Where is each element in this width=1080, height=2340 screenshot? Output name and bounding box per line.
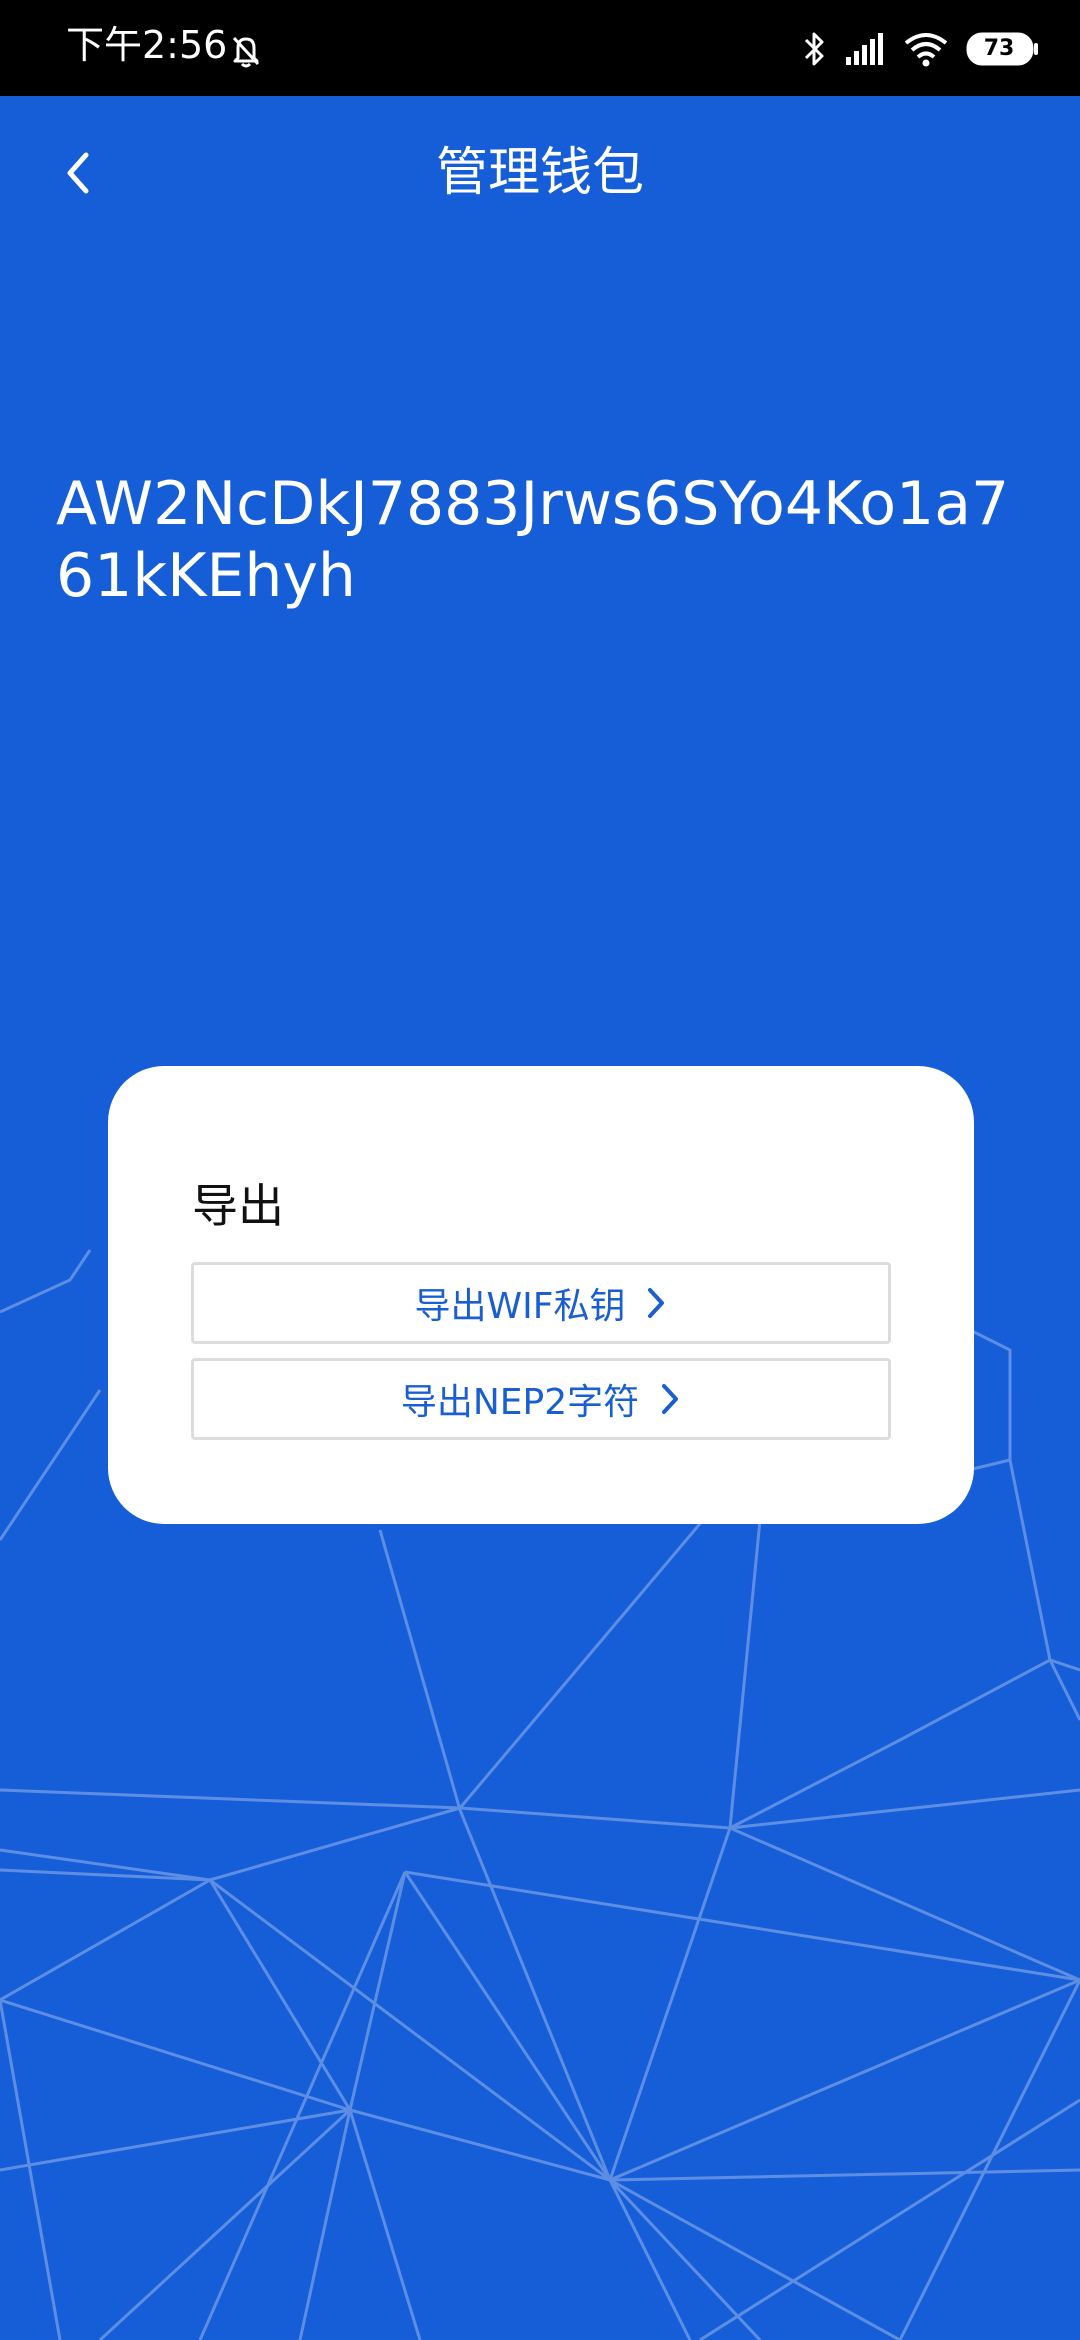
signal-icon: [844, 31, 886, 67]
bell-off-icon: [226, 30, 266, 70]
export-wif-label: 导出WIF私钥: [414, 1286, 626, 1327]
status-bar: 下午2:56 73: [0, 0, 1080, 96]
battery-level: 73: [983, 36, 1015, 61]
chevron-right-icon: [645, 1286, 667, 1320]
battery-icon: 73: [966, 32, 1040, 66]
status-icons: 73: [802, 26, 1040, 72]
wifi-icon: [904, 31, 948, 67]
bluetooth-icon: [802, 29, 826, 69]
chevron-right-icon: [659, 1382, 681, 1416]
wallet-address: AW2NcDkJ7883Jrws6SYo4Ko1a761kKEhyh: [56, 469, 1010, 611]
export-card: 导出 导出WIF私钥 导出NEP2字符: [108, 1066, 974, 1524]
export-heading: 导出: [192, 1179, 284, 1233]
export-nep2-label: 导出NEP2字符: [400, 1382, 640, 1423]
export-wif-button[interactable]: 导出WIF私钥: [191, 1262, 891, 1344]
export-nep2-button[interactable]: 导出NEP2字符: [191, 1358, 891, 1440]
page-title: 管理钱包: [435, 143, 644, 203]
status-time: 下午2:56: [66, 23, 228, 67]
